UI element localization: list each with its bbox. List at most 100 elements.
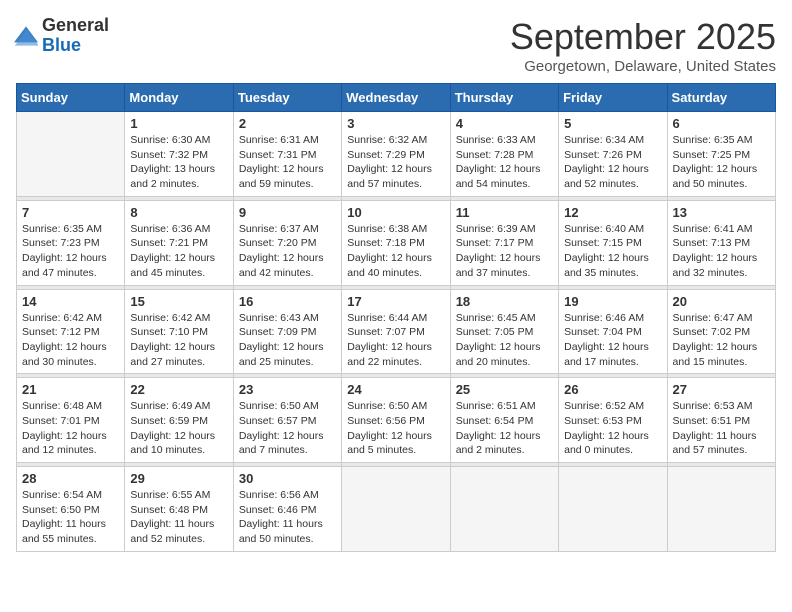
day-info-line: and 40 minutes. [347,266,444,281]
day-info-line: and 37 minutes. [456,266,553,281]
calendar-cell: 14Sunrise: 6:42 AMSunset: 7:12 PMDayligh… [17,289,125,374]
day-number: 30 [239,471,336,486]
day-info-line: Sunrise: 6:35 AM [22,222,119,237]
day-number: 13 [673,205,770,220]
day-info-line: Daylight: 11 hours [673,429,770,444]
day-info-line: Sunrise: 6:42 AM [130,311,227,326]
day-info-line: and 54 minutes. [456,177,553,192]
calendar-cell: 9Sunrise: 6:37 AMSunset: 7:20 PMDaylight… [233,200,341,285]
day-info-line: Sunrise: 6:42 AM [22,311,119,326]
calendar-cell: 15Sunrise: 6:42 AMSunset: 7:10 PMDayligh… [125,289,233,374]
day-info-line: Sunset: 6:51 PM [673,414,770,429]
day-number: 23 [239,382,336,397]
day-number: 26 [564,382,661,397]
day-info-line: and 32 minutes. [673,266,770,281]
day-info-line: Sunset: 6:59 PM [130,414,227,429]
page-header: General Blue September 2025 Georgetown, … [16,16,776,75]
calendar-cell: 19Sunrise: 6:46 AMSunset: 7:04 PMDayligh… [559,289,667,374]
calendar-cell: 6Sunrise: 6:35 AMSunset: 7:25 PMDaylight… [667,112,775,197]
day-info-line: and 52 minutes. [564,177,661,192]
calendar-cell: 26Sunrise: 6:52 AMSunset: 6:53 PMDayligh… [559,378,667,463]
day-info-line: Daylight: 12 hours [22,340,119,355]
day-info-line: Sunrise: 6:35 AM [673,133,770,148]
day-info-line: Sunset: 7:17 PM [456,236,553,251]
day-number: 11 [456,205,553,220]
day-info-line: Daylight: 12 hours [673,340,770,355]
calendar-cell [450,467,558,552]
calendar-cell: 22Sunrise: 6:49 AMSunset: 6:59 PMDayligh… [125,378,233,463]
day-info-line: Sunrise: 6:54 AM [22,488,119,503]
day-info-line: Daylight: 12 hours [673,251,770,266]
day-info-line: Sunrise: 6:47 AM [673,311,770,326]
calendar-header-tuesday: Tuesday [233,84,341,112]
calendar-cell [17,112,125,197]
calendar-cell: 7 Sunrise: 6:35 AMSunset: 7:23 PMDaylight… [17,200,125,285]
day-number: 27 [673,382,770,397]
day-info-line: Sunrise: 6:44 AM [347,311,444,326]
day-info-line: Sunrise: 6:32 AM [347,133,444,148]
calendar-cell: 10Sunrise: 6:38 AMSunset: 7:18 PMDayligh… [342,200,450,285]
calendar-week-row: 21Sunrise: 6:48 AMSunset: 7:01 PMDayligh… [17,378,776,463]
day-info-line: Sunset: 7:18 PM [347,236,444,251]
logo-blue-text: Blue [42,36,109,56]
calendar-cell: 18Sunrise: 6:45 AMSunset: 7:05 PMDayligh… [450,289,558,374]
day-info-line: Daylight: 12 hours [673,162,770,177]
day-info-line: Sunrise: 6:49 AM [130,399,227,414]
calendar-header-saturday: Saturday [667,84,775,112]
day-info-line: Sunrise: 6:31 AM [239,133,336,148]
day-info-line: Sunset: 7:09 PM [239,325,336,340]
calendar-cell: 1Sunrise: 6:30 AMSunset: 7:32 PMDaylight… [125,112,233,197]
day-info-line: and 57 minutes. [347,177,444,192]
day-info-line: Sunrise: 6:33 AM [456,133,553,148]
day-info-line: Daylight: 12 hours [130,429,227,444]
calendar-header-wednesday: Wednesday [342,84,450,112]
day-info-line: Sunset: 7:28 PM [456,148,553,163]
logo-general-text: General [42,16,109,36]
calendar-cell: 4Sunrise: 6:33 AMSunset: 7:28 PMDaylight… [450,112,558,197]
day-info-line: Daylight: 12 hours [347,162,444,177]
day-info-line: and 7 minutes. [239,443,336,458]
day-info-line: Sunset: 7:07 PM [347,325,444,340]
day-info-line: Sunset: 6:57 PM [239,414,336,429]
day-number: 15 [130,294,227,309]
calendar-cell: 12Sunrise: 6:40 AMSunset: 7:15 PMDayligh… [559,200,667,285]
calendar-cell [559,467,667,552]
calendar-cell: 16Sunrise: 6:43 AMSunset: 7:09 PMDayligh… [233,289,341,374]
day-info-line: Daylight: 12 hours [239,162,336,177]
calendar-cell: 20Sunrise: 6:47 AMSunset: 7:02 PMDayligh… [667,289,775,374]
day-info-line: Sunrise: 6:53 AM [673,399,770,414]
day-number: 1 [130,116,227,131]
calendar-cell: 3 Sunrise: 6:32 AMSunset: 7:29 PMDaylight… [342,112,450,197]
calendar-cell: 21Sunrise: 6:48 AMSunset: 7:01 PMDayligh… [17,378,125,463]
logo: General Blue [16,16,109,56]
day-number: 18 [456,294,553,309]
day-info-line: Daylight: 12 hours [564,162,661,177]
day-info-line: Sunrise: 6:48 AM [22,399,119,414]
day-info-line: Sunset: 7:25 PM [673,148,770,163]
day-info-line: Daylight: 12 hours [22,251,119,266]
day-number: 21 [22,382,119,397]
day-number: 3 [347,116,444,131]
calendar-cell: 28Sunrise: 6:54 AMSunset: 6:50 PMDayligh… [17,467,125,552]
day-info-line: Sunrise: 6:41 AM [673,222,770,237]
day-info-line: and 59 minutes. [239,177,336,192]
calendar-header-thursday: Thursday [450,84,558,112]
day-info-line: and 25 minutes. [239,355,336,370]
day-info-line: Sunrise: 6:46 AM [564,311,661,326]
day-info-line: Daylight: 12 hours [239,340,336,355]
day-number: 7 [22,205,119,220]
day-info-line: Daylight: 12 hours [347,340,444,355]
calendar-table: SundayMondayTuesdayWednesdayThursdayFrid… [16,83,776,552]
day-number: 9 [239,205,336,220]
day-number: 4 [456,116,553,131]
day-info-line: and 45 minutes. [130,266,227,281]
day-info-line: and 42 minutes. [239,266,336,281]
day-info-line: and 12 minutes. [22,443,119,458]
day-info-line: Sunset: 7:23 PM [22,236,119,251]
day-info-line: Sunrise: 6:34 AM [564,133,661,148]
day-info-line: Sunset: 7:29 PM [347,148,444,163]
logo-text: General Blue [42,16,109,56]
calendar-week-row: 14Sunrise: 6:42 AMSunset: 7:12 PMDayligh… [17,289,776,374]
calendar-cell: 29Sunrise: 6:55 AMSunset: 6:48 PMDayligh… [125,467,233,552]
day-info-line: Daylight: 11 hours [22,517,119,532]
